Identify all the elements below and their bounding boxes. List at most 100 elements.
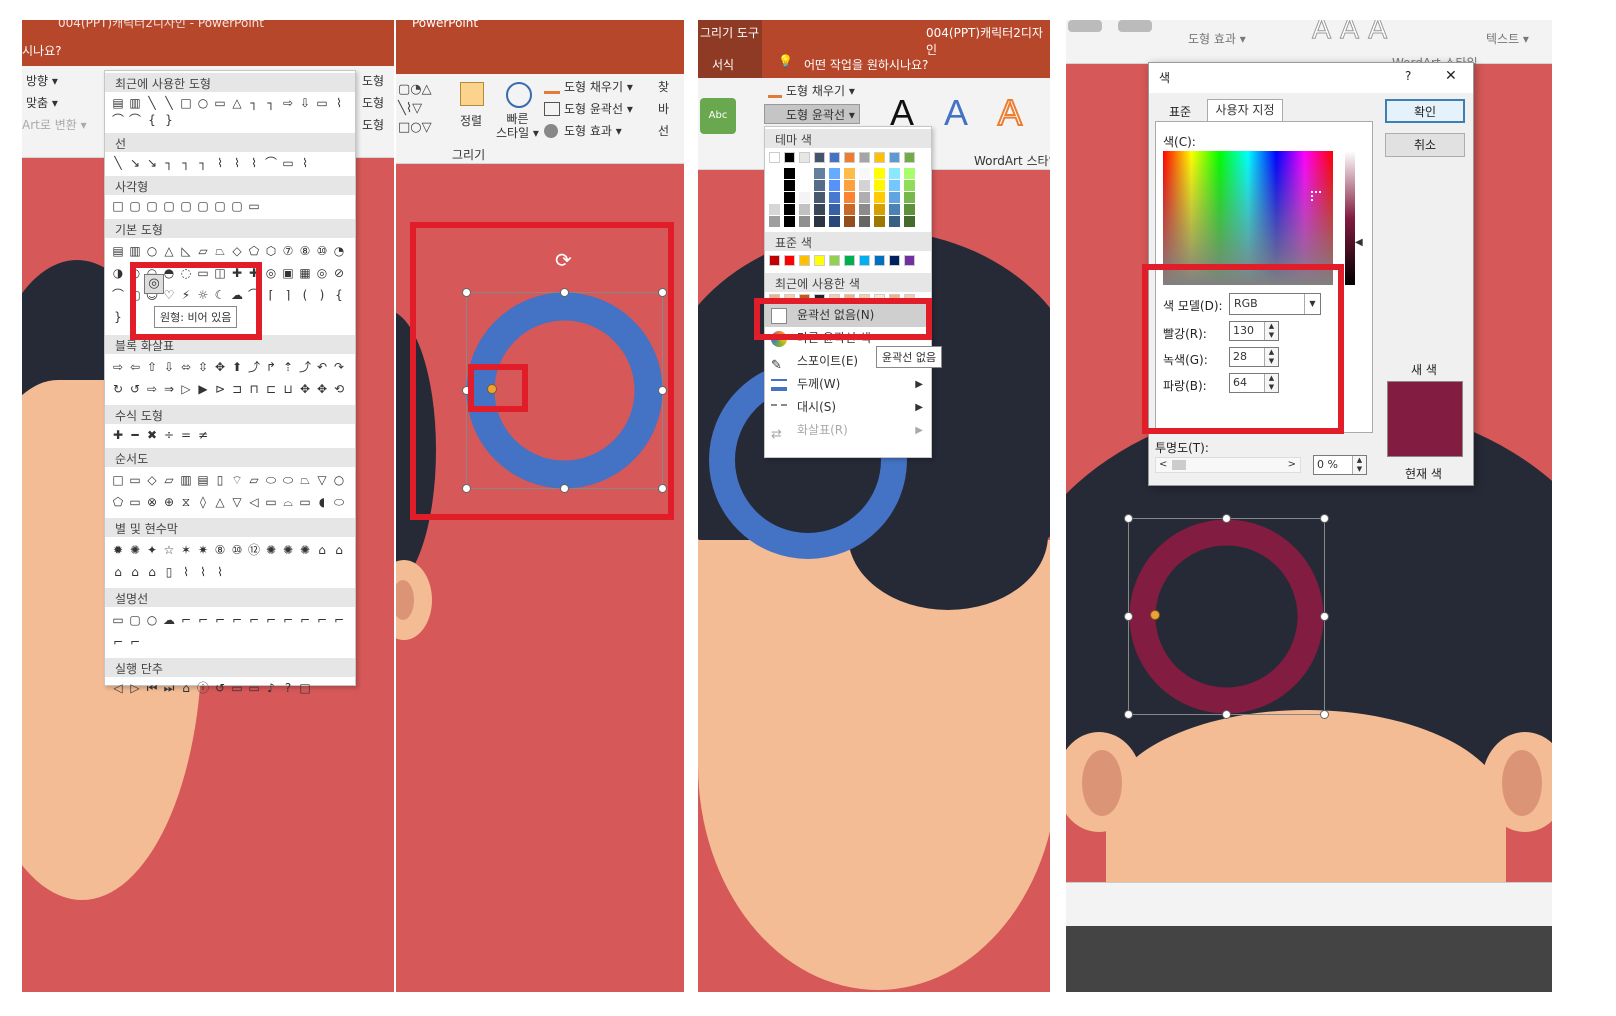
theme-shade-swatch[interactable] xyxy=(784,192,795,203)
theme-shade-swatch[interactable] xyxy=(799,216,810,227)
theme-shade-swatch[interactable] xyxy=(874,216,885,227)
cancel-button[interactable]: 취소 xyxy=(1385,133,1465,157)
theme-shade-swatch[interactable] xyxy=(784,204,795,215)
shape-outline-button[interactable]: 도형 윤곽선 ▾ xyxy=(786,106,855,123)
resize-handle[interactable] xyxy=(658,386,667,395)
spectrum-crosshair[interactable] xyxy=(1311,191,1321,201)
luminance-slider[interactable] xyxy=(1345,151,1355,285)
theme-shade-swatch[interactable] xyxy=(814,192,825,203)
theme-shade-swatch[interactable] xyxy=(814,180,825,191)
theme-shade-swatch[interactable] xyxy=(829,216,840,227)
theme-shade-swatch[interactable] xyxy=(889,216,900,227)
ok-button[interactable]: 확인 xyxy=(1385,99,1465,123)
donut-shape-button[interactable]: ◎ xyxy=(144,274,164,294)
theme-shade-swatch[interactable] xyxy=(844,180,855,191)
theme-shade-swatch[interactable] xyxy=(814,216,825,227)
theme-shade-swatch[interactable] xyxy=(844,204,855,215)
rotate-handle-icon[interactable]: ⟳ xyxy=(555,248,572,272)
theme-shade-swatch[interactable] xyxy=(844,168,855,179)
convert-art-button[interactable]: Art로 변환 ▾ xyxy=(22,116,87,133)
theme-color-grid[interactable] xyxy=(765,166,931,230)
theme-shade-swatch[interactable] xyxy=(874,192,885,203)
theme-shade-swatch[interactable] xyxy=(859,204,870,215)
theme-shade-swatch[interactable] xyxy=(844,216,855,227)
resize-handle[interactable] xyxy=(1222,514,1231,523)
quick-style-button[interactable]: 빠른 스타일 ▾ xyxy=(496,112,539,140)
standard-color-swatch[interactable] xyxy=(814,255,825,266)
theme-color-swatch[interactable] xyxy=(904,152,915,163)
standard-color-swatch[interactable] xyxy=(784,255,795,266)
theme-shade-swatch[interactable] xyxy=(784,180,795,191)
resize-handle[interactable] xyxy=(658,288,667,297)
resize-handle[interactable] xyxy=(1124,710,1133,719)
shape-row[interactable]: ╲ ↘ ↘ ┐ ┐ ┐ ⌇ ⌇ ⌇ ⌒ ▭ ⌇ xyxy=(105,152,355,174)
theme-shade-swatch[interactable] xyxy=(814,168,825,179)
theme-shade-swatch[interactable] xyxy=(904,204,915,215)
transparency-slider[interactable]: < > xyxy=(1155,457,1301,473)
select-button[interactable]: 선 xyxy=(658,122,669,139)
theme-color-swatch[interactable] xyxy=(889,152,900,163)
shape-effect-button[interactable]: 도형 효과 ▾ xyxy=(564,122,622,139)
shape-fill-partial[interactable]: 도형 xyxy=(362,72,384,89)
menu-weight[interactable]: 두께(W) ▶ xyxy=(765,373,931,396)
theme-shade-swatch[interactable] xyxy=(829,168,840,179)
menu-dashes[interactable]: 대시(S) ▶ xyxy=(765,396,931,419)
theme-shade-swatch[interactable] xyxy=(784,168,795,179)
theme-shade-swatch[interactable] xyxy=(799,168,810,179)
theme-shade-swatch[interactable] xyxy=(799,180,810,191)
standard-color-swatch[interactable] xyxy=(769,255,780,266)
standard-color-swatch[interactable] xyxy=(859,255,870,266)
theme-shade-swatch[interactable] xyxy=(859,216,870,227)
resize-handle[interactable] xyxy=(1320,514,1329,523)
shape-row[interactable]: ✹ ✺ ✦ ☆ ✶ ✷ ⑧ ⑩ ⑫ ✺ ✺ ✺ ⌂ ⌂ ⌂ ⌂ ⌂ ▯ ⌇ ⌇ ⌇ xyxy=(105,537,355,586)
shape-row[interactable]: □ ▭ ◇ ▱ ▥ ▤ ▯ ⌔ ▱ ⬭ ⬭ ⏢ ▽ ○ ⬠ ▭ ⊗ ⊕ ⧖ ◊ △ ▽ ◁ ▭ ⌓ ▭ ◖ ⬭ xyxy=(105,467,355,516)
shape-row[interactable]: ✚ ━ ✖ ÷ = ≠ xyxy=(105,424,355,446)
find-button[interactable]: 찾 xyxy=(658,78,669,95)
arrange-button[interactable]: 정렬 xyxy=(460,112,482,129)
adjust-handle[interactable] xyxy=(1150,610,1160,620)
standard-color-row[interactable] xyxy=(765,251,931,271)
resize-handle[interactable] xyxy=(1320,612,1329,621)
wordart-a-blue[interactable]: A xyxy=(944,92,968,134)
theme-shade-swatch[interactable] xyxy=(904,168,915,179)
theme-shade-swatch[interactable] xyxy=(904,216,915,227)
standard-color-swatch[interactable] xyxy=(799,255,810,266)
standard-color-swatch[interactable] xyxy=(874,255,885,266)
menu-arrows[interactable]: ⇄ 화살표(R) ▶ xyxy=(765,419,931,442)
shape-fill-button[interactable]: 도형 채우기 ▾ xyxy=(564,78,633,95)
theme-color-swatch[interactable] xyxy=(874,152,885,163)
shape-outline-partial[interactable]: 도형 xyxy=(362,94,384,111)
resize-handle[interactable] xyxy=(462,484,471,493)
theme-color-swatch[interactable] xyxy=(844,152,855,163)
theme-shade-swatch[interactable] xyxy=(889,168,900,179)
theme-shade-swatch[interactable] xyxy=(769,168,780,179)
wordart-a[interactable]: A A A xyxy=(1311,20,1387,46)
theme-shade-swatch[interactable] xyxy=(889,192,900,203)
theme-shade-swatch[interactable] xyxy=(859,180,870,191)
shape-fill-button[interactable]: 도형 채우기 ▾ xyxy=(786,82,855,99)
resize-handle[interactable] xyxy=(1124,514,1133,523)
theme-shade-swatch[interactable] xyxy=(874,204,885,215)
tab-standard[interactable]: 표준 xyxy=(1169,103,1191,120)
resize-handle[interactable] xyxy=(1320,710,1329,719)
tell-me[interactable]: 어떤 작업을 원하시나요? xyxy=(804,56,928,73)
resize-handle[interactable] xyxy=(462,288,471,297)
theme-shade-swatch[interactable] xyxy=(904,192,915,203)
standard-color-swatch[interactable] xyxy=(889,255,900,266)
theme-shade-swatch[interactable] xyxy=(889,204,900,215)
theme-shade-swatch[interactable] xyxy=(769,216,780,227)
theme-shade-swatch[interactable] xyxy=(799,192,810,203)
text-button[interactable]: 텍스트 ▾ xyxy=(1486,30,1529,47)
theme-shade-swatch[interactable] xyxy=(814,204,825,215)
theme-shade-swatch[interactable] xyxy=(859,168,870,179)
shape-style-thumb[interactable] xyxy=(1118,20,1152,32)
resize-handle[interactable] xyxy=(560,288,569,297)
resize-handle[interactable] xyxy=(1124,612,1133,621)
theme-shade-swatch[interactable] xyxy=(859,192,870,203)
shape-row[interactable]: □ ▢ ▢ ▢ ▢ ▢ ▢ ▢ ▭ xyxy=(105,195,355,217)
theme-color-swatch[interactable] xyxy=(859,152,870,163)
shape-row[interactable]: ▭ ▢ ○ ☁ ⌐ ⌐ ⌐ ⌐ ⌐ ⌐ ⌐ ⌐ ⌐ ⌐ ⌐ ⌐ xyxy=(105,607,355,656)
shape-style-thumb[interactable] xyxy=(1068,20,1102,32)
theme-shade-swatch[interactable] xyxy=(829,204,840,215)
resize-handle[interactable] xyxy=(560,484,569,493)
